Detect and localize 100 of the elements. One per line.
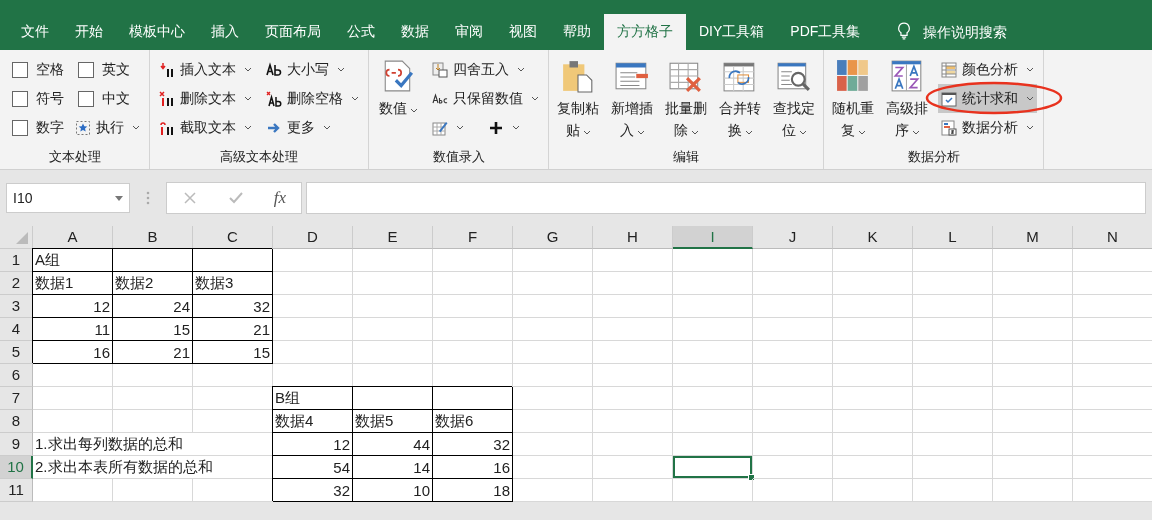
row-header[interactable]: 7 [0, 387, 33, 410]
row-header[interactable]: 4 [0, 318, 33, 341]
column-header[interactable]: D [273, 226, 353, 249]
checkmark-icon[interactable] [227, 190, 244, 206]
ribbon-large-button[interactable]: 新增插入 [609, 55, 655, 145]
column-header[interactable]: A [33, 226, 113, 249]
column-header[interactable]: C [193, 226, 273, 249]
table-cell[interactable] [193, 249, 273, 272]
ribbon-tab[interactable]: 帮助 [550, 14, 604, 50]
ribbon-tab[interactable]: 公式 [334, 14, 388, 50]
ribbon-tab[interactable]: 页面布局 [252, 14, 334, 50]
checkbox[interactable] [78, 90, 94, 107]
table-cell[interactable]: 44 [353, 433, 433, 456]
table-cell[interactable]: 1.求出每列数据的总和 [33, 433, 273, 456]
ribbon-large-button[interactable]: 复制粘贴 [555, 55, 601, 145]
table-cell[interactable]: 数据2 [113, 272, 193, 295]
ribbon-large-button[interactable]: 高级排序 [884, 55, 930, 145]
column-header[interactable]: N [1073, 226, 1152, 249]
ribbon-button[interactable]: 数据分析 [938, 113, 1037, 142]
row-header[interactable]: 6 [0, 364, 33, 387]
column-header[interactable]: H [593, 226, 673, 249]
row-header[interactable]: 3 [0, 295, 33, 318]
tell-me-search[interactable]: 操作说明搜索 [923, 14, 1008, 50]
table-cell[interactable]: 21 [193, 318, 273, 341]
row-header[interactable]: 2 [0, 272, 33, 295]
table-cell[interactable]: 24 [113, 295, 193, 318]
ribbon-large-button[interactable]: 合并转换 [717, 55, 763, 145]
column-header[interactable]: K [833, 226, 913, 249]
column-header[interactable]: L [913, 226, 993, 249]
table-cell[interactable]: 21 [113, 341, 193, 364]
table-cell[interactable]: 2.求出本表所有数据的总和 [33, 456, 273, 479]
table-cell[interactable]: 11 [33, 318, 113, 341]
ribbon-button[interactable]: 四舍五入 [429, 55, 528, 84]
ribbon-button[interactable]: 大小写 [263, 55, 348, 84]
ribbon-large-button[interactable]: 批量删除 [663, 55, 709, 145]
ribbon-button[interactable]: 插入文本 [156, 55, 255, 84]
checkbox[interactable] [78, 61, 94, 78]
table-cell[interactable]: 18 [433, 479, 513, 502]
table-cell[interactable] [433, 387, 513, 410]
active-cell[interactable] [673, 456, 753, 479]
ribbon-tab[interactable]: 审阅 [442, 14, 496, 50]
column-header[interactable]: F [433, 226, 513, 249]
row-header[interactable]: 8 [0, 410, 33, 433]
ribbon-button[interactable]: 截取文本 [156, 113, 255, 142]
table-cell[interactable]: 10 [353, 479, 433, 502]
table-cell[interactable]: 数据4 [273, 410, 353, 433]
table-cell[interactable]: A组 [33, 249, 113, 272]
row-header[interactable]: 1 [0, 249, 33, 272]
checkbox[interactable] [12, 119, 28, 136]
row-header[interactable]: 5 [0, 341, 33, 364]
ribbon-large-button[interactable]: 数值 [375, 55, 421, 145]
table-cell[interactable]: 12 [273, 433, 353, 456]
table-cell[interactable]: 32 [433, 433, 513, 456]
ribbon-tab[interactable]: 方方格子 [604, 14, 686, 50]
ribbon-tab[interactable]: 视图 [496, 14, 550, 50]
row-header[interactable]: 9 [0, 433, 33, 456]
ribbon-button[interactable]: 执行 [72, 113, 143, 142]
insert-function-button[interactable]: fx [273, 188, 287, 208]
ribbon-button[interactable]: 更多 [263, 113, 334, 142]
ribbon-tab[interactable]: 开始 [62, 14, 116, 50]
cancel-icon[interactable] [181, 190, 198, 206]
column-header[interactable]: B [113, 226, 193, 249]
table-cell[interactable]: 数据3 [193, 272, 273, 295]
table-cell[interactable]: 14 [353, 456, 433, 479]
table-cell[interactable]: 15 [113, 318, 193, 341]
table-cell[interactable]: 16 [33, 341, 113, 364]
column-header[interactable]: E [353, 226, 433, 249]
ribbon-tab[interactable]: 数据 [388, 14, 442, 50]
column-header[interactable]: M [993, 226, 1073, 249]
table-cell[interactable]: 15 [193, 341, 273, 364]
table-cell[interactable]: 54 [273, 456, 353, 479]
ribbon-tab[interactable]: 文件 [8, 14, 62, 50]
checkbox[interactable] [12, 61, 28, 78]
ribbon-large-button[interactable]: 查找定位 [771, 55, 817, 145]
table-cell[interactable]: 数据5 [353, 410, 433, 433]
table-cell[interactable]: 32 [193, 295, 273, 318]
table-cell[interactable]: 数据6 [433, 410, 513, 433]
table-cell[interactable]: 数据1 [33, 272, 113, 295]
row-header[interactable]: 10 [0, 456, 33, 479]
ribbon-tab[interactable]: 插入 [198, 14, 252, 50]
ribbon-tab[interactable]: DIY工具箱 [686, 14, 778, 50]
ribbon-large-button[interactable]: 随机重复 [830, 55, 876, 145]
select-all-icon[interactable] [16, 232, 28, 244]
ribbon-button[interactable]: 颜色分析 [938, 55, 1037, 84]
row-header[interactable]: 11 [0, 479, 33, 502]
column-header[interactable]: G [513, 226, 593, 249]
ribbon-button[interactable]: 删除文本 [156, 84, 255, 113]
column-header[interactable]: J [753, 226, 833, 249]
table-cell[interactable]: 12 [33, 295, 113, 318]
column-header[interactable]: I [673, 226, 753, 249]
ribbon-button[interactable]: 只保留数值 [429, 84, 542, 113]
table-cell[interactable]: 16 [433, 456, 513, 479]
name-box[interactable]: I10 [6, 183, 130, 213]
checkbox[interactable] [12, 90, 28, 107]
ribbon-tab[interactable]: PDF工具集 [777, 14, 874, 50]
table-cell[interactable]: 32 [273, 479, 353, 502]
table-cell[interactable]: B组 [273, 387, 353, 410]
ribbon-button[interactable]: 删除空格 [263, 84, 362, 113]
ribbon-tab[interactable]: 模板中心 [116, 14, 198, 50]
formula-input[interactable] [306, 182, 1146, 214]
